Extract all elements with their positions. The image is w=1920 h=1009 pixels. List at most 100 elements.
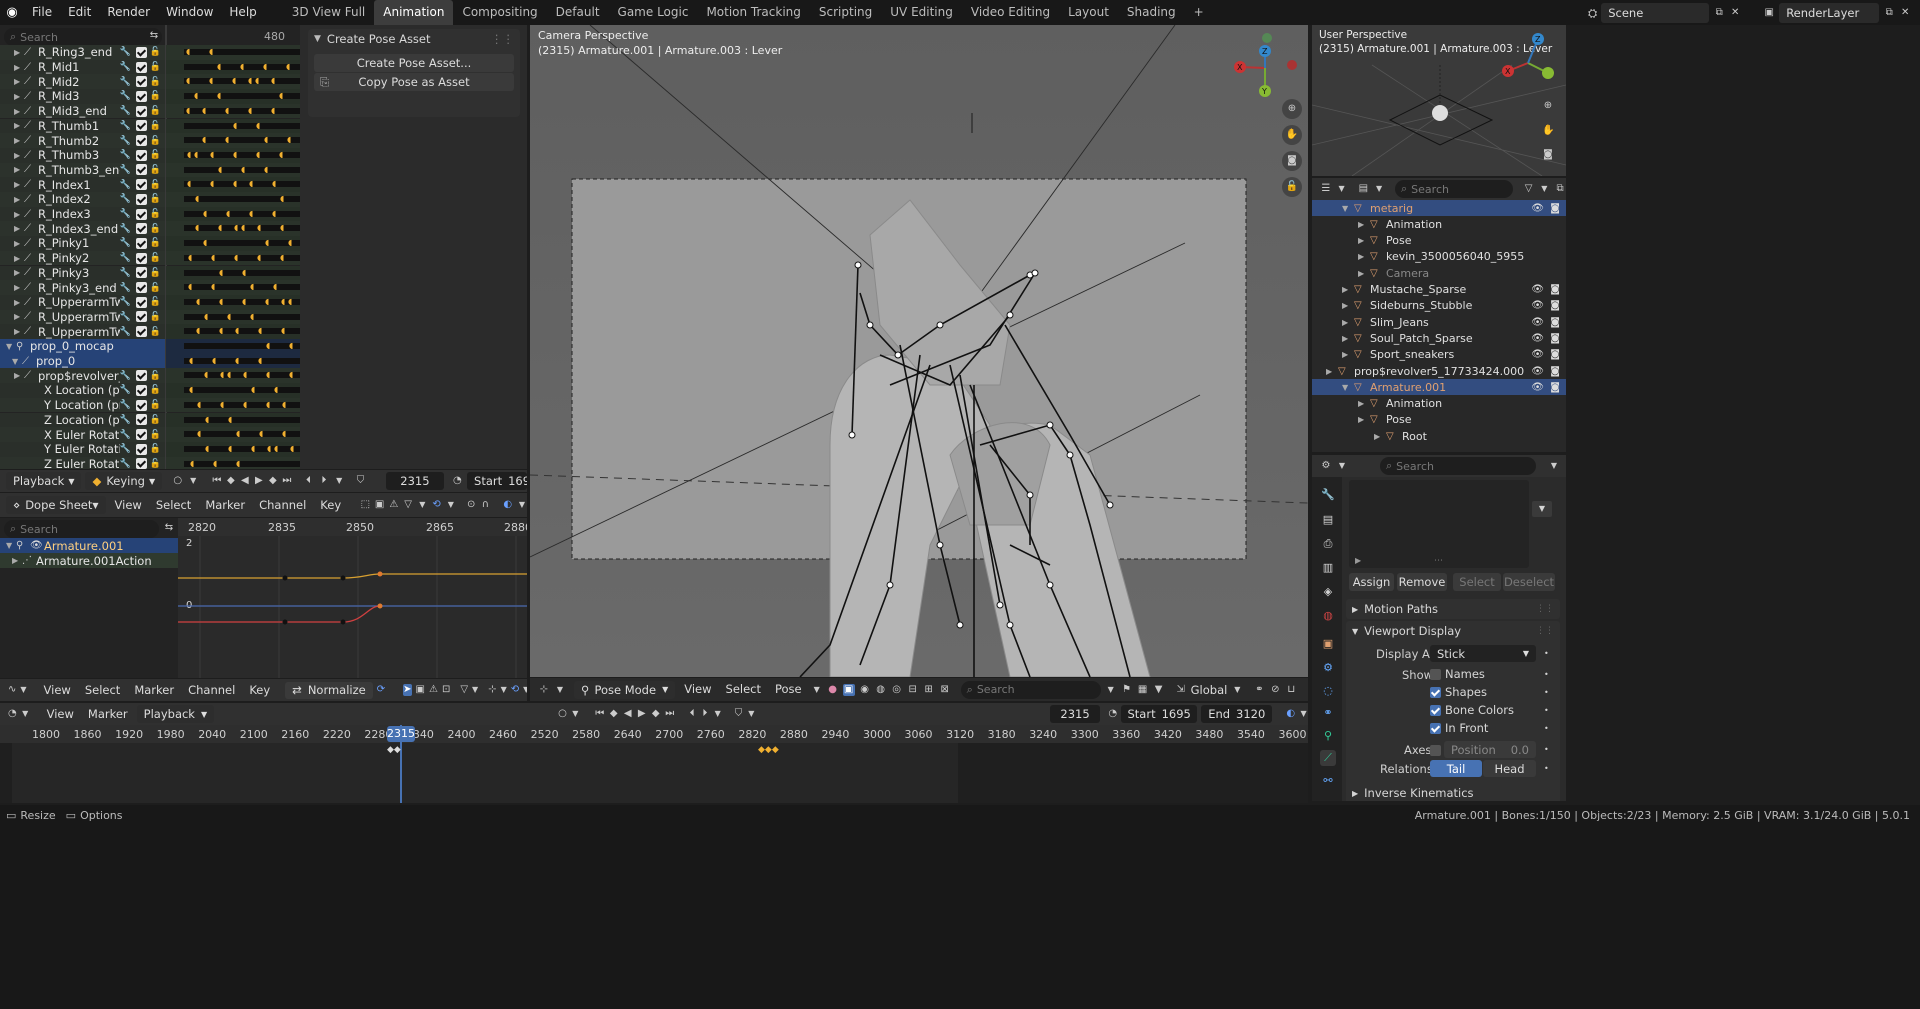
render-camera-icon[interactable]: ◙ <box>1550 366 1560 377</box>
keying-dropdown[interactable]: ◆ Keying ▼ <box>85 472 163 490</box>
clock-icon[interactable]: ◔ <box>1108 708 1117 720</box>
lock-icon[interactable]: 🔓 <box>150 136 161 146</box>
channel-row[interactable]: X Euler Rotation (prop🔧 🔓 <box>0 427 165 442</box>
shading-material-icon[interactable]: ◍ <box>875 684 887 696</box>
channel-mute-checkbox[interactable] <box>135 76 147 88</box>
lock-icon[interactable]: 🔓 <box>150 224 161 234</box>
chevron-down-icon[interactable]: ▼ <box>554 684 566 696</box>
channel-mute-checkbox[interactable] <box>135 164 147 176</box>
keyframe-diamond-icon[interactable]: ◖ <box>194 150 198 159</box>
channel-row[interactable]: X Location (prop$rev🔧 🔓 <box>0 383 165 398</box>
keyframe-diamond-icon[interactable]: ◖ <box>282 429 286 438</box>
timeline-frame-field[interactable]: 2315 <box>1049 705 1101 723</box>
keyframe-diamond-icon[interactable]: ◖ <box>236 459 240 468</box>
outliner-item[interactable]: ▶ ▽ Sideburns_Stubble 👁 ◙ <box>1312 298 1566 314</box>
keyframe-dot-icon[interactable]: • <box>1544 764 1549 773</box>
lock-icon[interactable]: 🔓 <box>150 371 161 381</box>
eye-icon[interactable]: 👁 <box>1531 349 1544 360</box>
chevron-down-icon[interactable]: ▼ <box>417 499 427 511</box>
lock-icon[interactable]: 🔓 <box>150 283 161 293</box>
keyframe-row[interactable]: ◖ ◖ ◖ ◖ <box>166 206 300 222</box>
channel-row[interactable]: Z Euler Rotation (prop🔧 🔓 <box>0 456 165 469</box>
keyframe-diamond-icon[interactable]: ◖ <box>190 459 194 468</box>
editor-type-icon[interactable]: ⊹ <box>538 684 550 696</box>
display-mode-icon[interactable]: ▤ <box>1358 183 1370 195</box>
tab-uv-editing[interactable]: UV Editing <box>881 0 962 25</box>
keyframe-diamond-icon[interactable]: ◖ <box>243 370 247 379</box>
keyframe-diamond-icon[interactable]: ◖ <box>233 121 237 130</box>
graph-area[interactable]: 2820 2835 2850 2865 2880 2 0 <box>178 518 527 678</box>
chevron-right-icon[interactable]: ▼ <box>12 357 22 366</box>
physics-tab-icon[interactable]: ◌ <box>1320 683 1336 699</box>
record-icon[interactable]: ○ <box>558 708 567 720</box>
wrench-icon[interactable]: 🔧 <box>120 91 131 101</box>
chevron-right-icon[interactable]: ▶ <box>14 312 24 321</box>
keyframe-diamond-icon[interactable]: ◖ <box>196 297 200 306</box>
next-keyframe-icon[interactable]: ◆ <box>267 475 279 487</box>
keyframe-diamond-icon[interactable]: ◖ <box>219 326 223 335</box>
channel-row[interactable]: ▶ ⟋ R_Thumb1 🔧 🔓 <box>0 118 165 134</box>
keyframe-diamond-icon[interactable]: ◖ <box>220 370 224 379</box>
lock-icon[interactable]: 🔓 <box>150 91 161 101</box>
keyframe-diamond-icon[interactable]: ◖ <box>189 385 193 394</box>
render-camera-icon[interactable]: ◙ <box>1550 333 1560 344</box>
chevron-down-icon[interactable]: ▼ <box>446 499 456 511</box>
playhead-badge[interactable]: 2315 <box>387 726 415 742</box>
delete-scene-icon[interactable]: ✕ <box>1729 7 1741 19</box>
keyframe-diamond-icon[interactable]: ◖ <box>219 268 223 277</box>
keyframe-row[interactable]: ◖ ◖ ◖ ◖ <box>166 133 300 148</box>
keyframe-diamond-icon[interactable]: ◖ <box>240 62 244 71</box>
wrench-icon[interactable]: 🔧 <box>120 106 131 116</box>
channel-row[interactable]: ▶⟋ R_UpperarmTwis🔧 🔓 <box>0 309 165 325</box>
list-menu-button[interactable]: ▼ <box>1532 501 1552 517</box>
keyframe-diamond-icon[interactable]: ◖ <box>289 341 293 350</box>
keyframe-row[interactable]: ◖ ◖ ◖ ◖ ◖ ◖ <box>166 74 300 90</box>
eye-icon[interactable]: 👁 <box>30 540 44 551</box>
refresh-icon[interactable]: ⟳ <box>377 684 385 696</box>
outliner-item[interactable]: ▶ ▽ Mustache_Sparse 👁 ◙ <box>1312 282 1566 298</box>
keyframe-diamond-icon[interactable]: ◖ <box>211 253 215 262</box>
menu-select[interactable]: Select <box>721 678 766 701</box>
render-layer-selector[interactable]: RenderLayer <box>1779 3 1880 23</box>
keyframe-diamond-icon[interactable]: ◖ <box>264 135 268 144</box>
keyframe-diamond-icon[interactable]: ◖ <box>289 370 293 379</box>
channel-mute-checkbox[interactable] <box>135 237 147 249</box>
next-marker-icon[interactable]: ⏵ <box>701 708 710 720</box>
keyframe-diamond-icon[interactable]: ◖ <box>241 165 245 174</box>
keyframe-row[interactable]: ◖ ◖ ◖ ◖ ◖ ◖ <box>166 294 300 310</box>
armature-tab-icon[interactable]: ⚲ <box>1320 728 1336 744</box>
keyframe-row[interactable]: ◖ ◖ ◖ <box>166 383 300 398</box>
keyframe-row[interactable]: ◖ ◖ ◖ <box>166 309 300 325</box>
menu-marker[interactable]: Marker <box>200 493 250 517</box>
wrench-icon[interactable]: 🔧 <box>120 327 131 337</box>
lock-icon[interactable]: 🔓 <box>150 268 161 278</box>
chevron-right-icon[interactable]: ▶ <box>14 327 24 336</box>
channel-mute-checkbox[interactable] <box>135 370 147 382</box>
pan-hand-icon[interactable]: ✋ <box>1542 125 1554 137</box>
chevron-down-icon[interactable]: ▼ <box>1231 684 1243 696</box>
eye-icon[interactable]: 👁 <box>1531 382 1544 393</box>
keyframe-diamond-icon[interactable]: ◖ <box>218 165 222 174</box>
viewport-display-header[interactable]: ▼ Viewport Display ⋮⋮ <box>1346 621 1560 641</box>
keyframe-diamond-icon[interactable]: ◖ <box>280 253 284 262</box>
lock-icon[interactable]: 🔓 <box>150 444 161 454</box>
channel-mute-checkbox[interactable] <box>135 458 147 469</box>
outliner-icon[interactable]: ☰ <box>1320 183 1332 195</box>
mini-nav-gizmo[interactable]: X Z <box>1498 33 1558 93</box>
wrench-icon[interactable]: 🔧 <box>120 136 131 146</box>
keyframe-diamond-icon[interactable]: ◖ <box>212 356 216 365</box>
chevron-down-icon[interactable]: ▼ <box>1299 708 1308 720</box>
keyframe-row[interactable]: ◖ ◖ ◖ ◖ ◖ <box>166 177 300 192</box>
warning-icon[interactable]: ⚠ <box>429 684 438 696</box>
tab-video-editing[interactable]: Video Editing <box>962 0 1059 25</box>
keyframe-diamond-icon[interactable]: ◖ <box>256 121 260 130</box>
keyframe-diamond-icon[interactable]: ◖ <box>205 415 209 424</box>
keyframe-diamond-icon[interactable]: ◖ <box>203 209 207 218</box>
keyframe-diamond-icon[interactable]: ◖ <box>242 297 246 306</box>
keyframe-row[interactable]: ◖ ◖ ◖ ◖ ◖ <box>166 103 300 119</box>
prev-marker-icon[interactable]: ⏴ <box>688 708 697 720</box>
keyframe-diamond-icon[interactable]: ◖ <box>197 429 201 438</box>
timeline-start-field[interactable]: Start 1695 <box>1121 705 1198 723</box>
menu-view[interactable]: View <box>679 678 716 701</box>
channel-row[interactable]: ▶ ⟋ R_Pinky1 🔧 🔓 <box>0 236 165 251</box>
